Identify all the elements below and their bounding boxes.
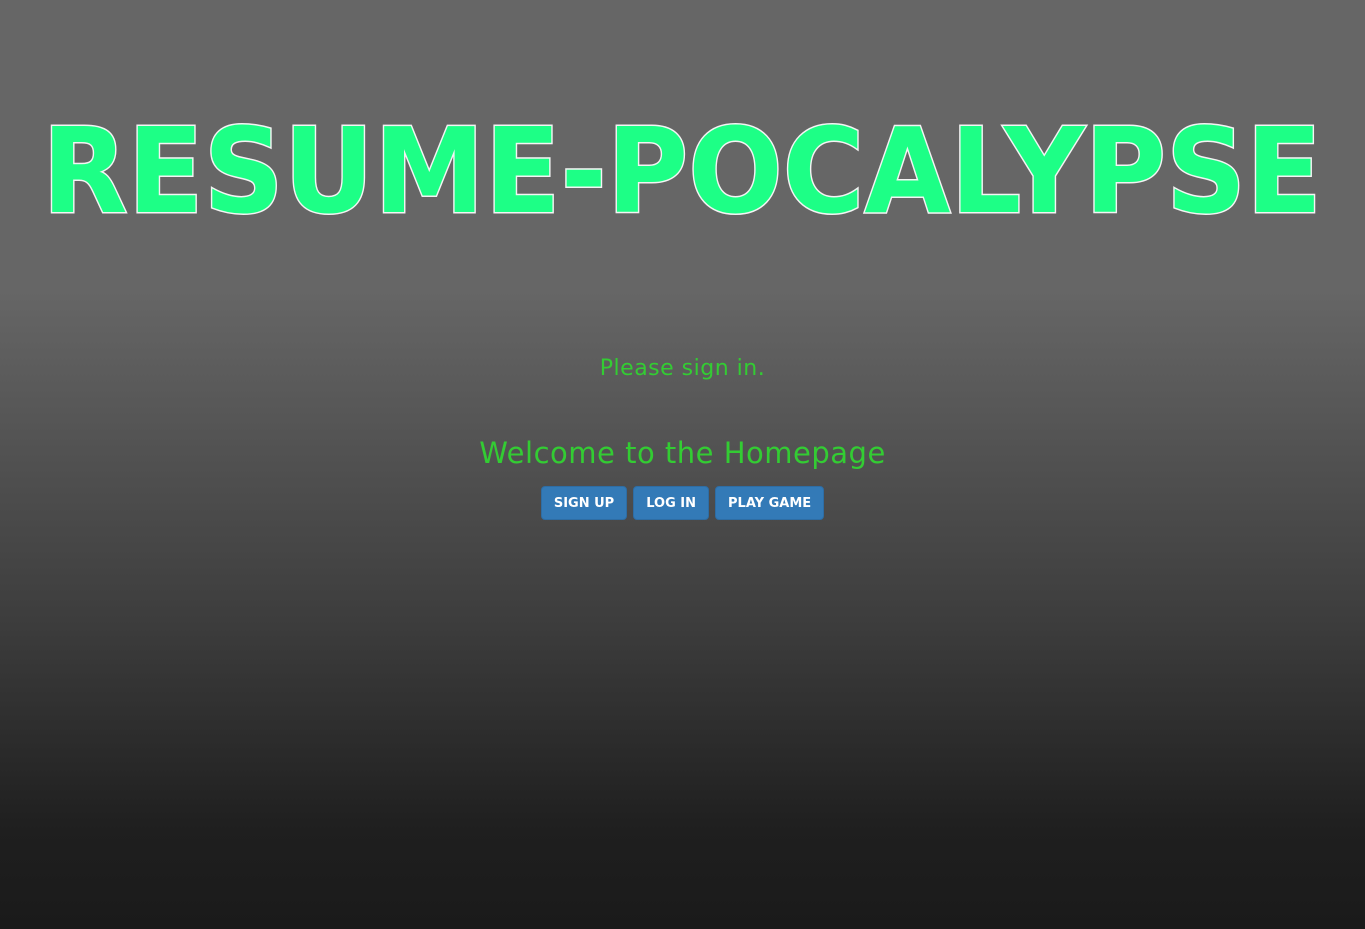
action-buttons: SIGN UP LOG IN PLAY GAME xyxy=(0,486,1365,520)
site-logo: RESUME-POCALYPSE xyxy=(0,80,1365,231)
logo-text: RESUME-POCALYPSE xyxy=(42,102,1322,230)
welcome-heading: Welcome to the Homepage xyxy=(479,436,886,470)
sign-up-button[interactable]: SIGN UP xyxy=(540,486,628,520)
log-in-button[interactable]: LOG IN xyxy=(633,486,710,520)
play-game-button[interactable]: PLAY GAME xyxy=(715,486,825,520)
sign-in-status: Please sign in. xyxy=(599,356,766,381)
